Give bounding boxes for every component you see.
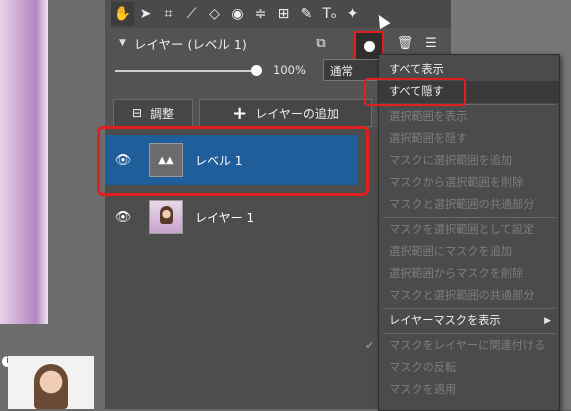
opacity-slider[interactable] xyxy=(115,70,257,72)
menu-item-label: マスクを選択範囲として設定 xyxy=(389,223,535,236)
menu-item-label: レイヤーマスクを表示 xyxy=(389,314,501,327)
layers-panel-title: レイヤー (レベル 1) xyxy=(133,36,247,52)
menu-item-label: 選択範囲を表示 xyxy=(389,110,468,123)
add-layer-label: レイヤーの追加 xyxy=(255,106,339,121)
lasso-icon[interactable]: ◇ xyxy=(203,2,226,26)
straighten-icon[interactable]: ⟋ xyxy=(180,2,203,26)
menu-separator xyxy=(383,333,555,334)
checkmark-icon: ✔ xyxy=(365,339,375,352)
collapse-chevron-icon[interactable]: ▼ xyxy=(119,38,126,48)
adjustment-label: 調整 xyxy=(150,106,175,121)
menu-item: マスクに選択範囲を追加 xyxy=(379,150,559,172)
adjustment-icon: ⊟ xyxy=(131,106,143,120)
menu-item: マスクと選択範囲の共通部分 xyxy=(379,285,559,307)
opacity-slider-handle[interactable] xyxy=(251,65,262,76)
eye-icon[interactable]: ◉ xyxy=(226,2,249,26)
duplicate-layer-icon[interactable]: ⧉ xyxy=(311,33,331,53)
layer-row-photo[interactable]: 👁 レイヤー 1 xyxy=(105,192,358,242)
menu-item: マスクから選択範囲を削除 xyxy=(379,172,559,194)
tool-toolbar: ✋ ➤ ⌗ ⟋ ◇ ◉ ≑ ⊞ ✎ Tₒ ✦ xyxy=(111,0,451,28)
menu-separator xyxy=(383,308,555,309)
menu-item-label: マスクを適用 xyxy=(389,383,457,396)
opacity-value: 100% xyxy=(273,63,306,77)
hamburger-menu-icon[interactable]: ☰ xyxy=(421,33,441,53)
layers-header: ▼ レイヤー (レベル 1) ⧉ ▬ 🗑 ☰ xyxy=(105,30,451,61)
main-photo xyxy=(0,0,48,324)
adjustment-button[interactable]: ⊟ 調整 xyxy=(113,99,193,127)
photo-layer-thumbnail xyxy=(149,200,183,234)
sparkle-icon[interactable]: ✦ xyxy=(341,2,364,26)
canvas-area[interactable]: i◆ xyxy=(0,0,105,409)
trash-icon[interactable]: 🗑 xyxy=(395,33,415,53)
menu-item-label: マスクと選択範囲の共通部分 xyxy=(389,289,535,302)
menu-item: マスクを適用 xyxy=(379,379,559,401)
plus-icon: + xyxy=(232,102,248,124)
menu-item: マスクをレイヤーに関連付ける ✔ xyxy=(365,335,559,357)
annotation-highlight-layer xyxy=(97,126,369,196)
layer-name: レイヤー 1 xyxy=(195,210,255,225)
annotation-highlight-hide-all xyxy=(364,78,466,106)
add-layer-button[interactable]: + レイヤーの追加 xyxy=(199,99,372,127)
menu-item-label: 選択範囲からマスクを削除 xyxy=(389,267,524,280)
menu-item: マスクと選択範囲の共通部分 xyxy=(379,194,559,216)
portrait-image xyxy=(34,364,68,409)
submenu-arrow-icon: ▶ xyxy=(544,316,551,326)
menu-item-label: 選択範囲を隠す xyxy=(389,132,468,145)
menu-item-label: マスクの反転 xyxy=(389,361,457,374)
menu-item: 選択範囲からマスクを削除 xyxy=(379,263,559,285)
text-icon[interactable]: Tₒ xyxy=(318,2,341,26)
photo-thumbnail[interactable] xyxy=(8,356,94,409)
hand-icon[interactable]: ✋ xyxy=(111,2,134,26)
menu-item-label: マスクと選択範囲の共通部分 xyxy=(389,198,535,211)
brush-icon[interactable]: ✎ xyxy=(295,2,318,26)
menu-item-label: マスクに選択範囲を追加 xyxy=(389,154,513,167)
menu-item: 選択範囲にマスクを追加 xyxy=(379,241,559,263)
arrow-icon[interactable]: ➤ xyxy=(134,2,157,26)
menu-item-label: 選択範囲にマスクを追加 xyxy=(389,245,513,258)
visibility-eye-icon[interactable]: 👁 xyxy=(105,210,141,225)
menu-item-label: マスクをレイヤーに関連付ける xyxy=(389,339,546,352)
mask-circle-icon xyxy=(363,40,375,52)
menu-item: マスクの反転 xyxy=(379,357,559,379)
crop-icon[interactable]: ⌗ xyxy=(157,2,180,26)
menu-item-label: マスクから選択範囲を削除 xyxy=(389,176,524,189)
strikethrough-icon[interactable]: ≑ xyxy=(249,2,272,26)
menu-item: 選択範囲を隠す xyxy=(379,128,559,150)
menu-item[interactable]: レイヤーマスクを表示 ▶ xyxy=(379,310,559,332)
menu-item: 選択範囲を表示 xyxy=(379,106,559,128)
menu-separator xyxy=(383,217,555,218)
layer-mask-menu: すべて表示 すべて隠す 選択範囲を表示 選択範囲を隠す マスクに選択範囲を追加 マスクから… xyxy=(365,54,560,411)
grid-icon[interactable]: ⊞ xyxy=(272,2,295,26)
menu-item: マスクを選択範囲として設定 xyxy=(379,219,559,241)
menu-item-label: すべて表示 xyxy=(389,63,444,76)
